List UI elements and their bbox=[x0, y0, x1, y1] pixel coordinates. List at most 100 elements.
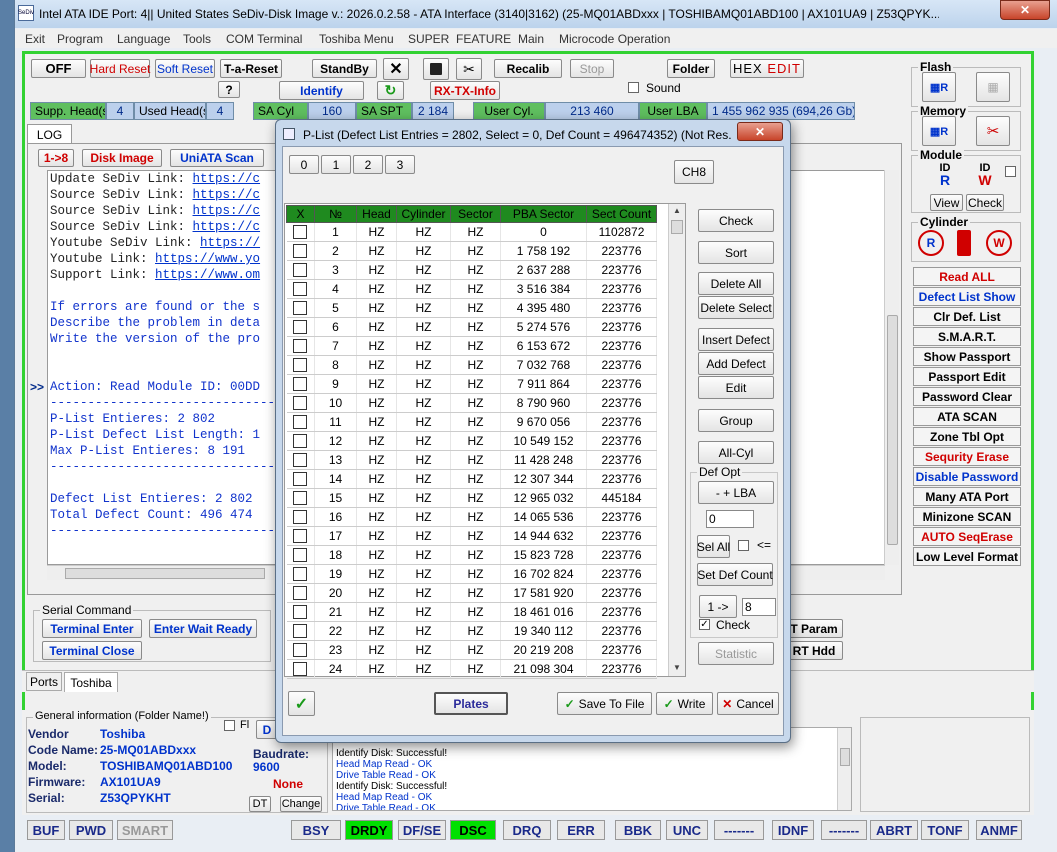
row-checkbox[interactable] bbox=[293, 491, 308, 506]
row-checkbox[interactable] bbox=[293, 244, 308, 259]
dlg-all-cyl-button[interactable]: All-Cyl bbox=[698, 441, 774, 464]
row-select-cell[interactable] bbox=[286, 526, 315, 546]
close-window-button[interactable]: ✕ bbox=[1000, 0, 1050, 20]
row-checkbox[interactable] bbox=[293, 472, 308, 487]
side-button-read-all[interactable]: Read ALL bbox=[913, 267, 1021, 286]
memory-read-button[interactable]: ▦R bbox=[922, 116, 956, 146]
table-row[interactable]: 8 HZ HZ HZ 7 032 768 223776 bbox=[286, 355, 657, 375]
dlg-sel-all-button[interactable]: Sel All bbox=[697, 535, 730, 558]
dialog-close-button[interactable]: ✕ bbox=[737, 122, 783, 141]
sound-checkbox[interactable] bbox=[628, 82, 639, 93]
row-checkbox[interactable] bbox=[293, 320, 308, 335]
row-select-cell[interactable] bbox=[286, 355, 315, 375]
table-row[interactable]: 9 HZ HZ HZ 7 911 864 223776 bbox=[286, 374, 657, 394]
menu-super[interactable]: SUPER bbox=[408, 32, 449, 46]
cylinder-write-icon[interactable]: W bbox=[986, 230, 1012, 256]
folder-button[interactable]: Folder bbox=[667, 59, 715, 78]
dlg-check-checkbox[interactable]: ✓ bbox=[699, 619, 710, 630]
table-row[interactable]: 17 HZ HZ HZ 14 944 632 223776 bbox=[286, 526, 657, 546]
side-button-clr-def-list[interactable]: Clr Def. List bbox=[913, 307, 1021, 326]
row-checkbox[interactable] bbox=[293, 358, 308, 373]
plates-button[interactable]: Plates bbox=[434, 692, 508, 715]
row-select-cell[interactable] bbox=[286, 412, 315, 432]
table-row[interactable]: 12 HZ HZ HZ 10 549 152 223776 bbox=[286, 431, 657, 451]
row-select-cell[interactable] bbox=[286, 298, 315, 318]
terminal-enter-button[interactable]: Terminal Enter bbox=[42, 619, 142, 638]
menu-language[interactable]: Language bbox=[117, 32, 170, 46]
log-scrollbar-vertical[interactable] bbox=[884, 170, 899, 565]
table-row[interactable]: 2 HZ HZ HZ 1 758 192 223776 bbox=[286, 241, 657, 261]
table-row[interactable]: 16 HZ HZ HZ 14 065 536 223776 bbox=[286, 507, 657, 527]
row-checkbox[interactable] bbox=[293, 605, 308, 620]
change-button[interactable]: Change bbox=[280, 796, 322, 812]
row-checkbox[interactable] bbox=[293, 624, 308, 639]
side-button-low-level-format[interactable]: Low Level Format bbox=[913, 547, 1021, 566]
row-select-cell[interactable] bbox=[286, 450, 315, 470]
dlg-insert-defect-button[interactable]: Insert Defect bbox=[698, 328, 774, 351]
flash-write-button[interactable]: ▦ bbox=[976, 72, 1010, 102]
hard-reset-button[interactable]: Hard Reset bbox=[90, 59, 150, 78]
column-header[interactable]: X bbox=[286, 205, 315, 223]
page-tab-3[interactable]: 3 bbox=[385, 155, 415, 174]
row-checkbox[interactable] bbox=[293, 567, 308, 582]
module-id-w-icon[interactable]: ID W bbox=[970, 162, 1000, 190]
cancel-button[interactable]: ✕ Cancel bbox=[717, 692, 779, 715]
soft-reset-button[interactable]: Soft Reset bbox=[155, 59, 215, 78]
hex-edit-button[interactable]: HEX EDIT bbox=[730, 59, 804, 78]
module-id-r-icon[interactable]: ID R bbox=[930, 162, 960, 190]
menu-microcode[interactable]: Microcode Operation bbox=[559, 32, 670, 46]
t-param-button[interactable]: T Param bbox=[785, 619, 843, 638]
row-checkbox[interactable] bbox=[293, 263, 308, 278]
row-select-cell[interactable] bbox=[286, 336, 315, 356]
row-checkbox[interactable] bbox=[293, 282, 308, 297]
menu-tools[interactable]: Tools bbox=[183, 32, 211, 46]
dlg-check-button[interactable]: Check bbox=[698, 209, 774, 232]
standby-button[interactable]: StandBy bbox=[312, 59, 377, 78]
le-checkbox[interactable] bbox=[738, 540, 749, 551]
table-row[interactable]: 5 HZ HZ HZ 4 395 480 223776 bbox=[286, 298, 657, 318]
table-row[interactable]: 19 HZ HZ HZ 16 702 824 223776 bbox=[286, 564, 657, 584]
log-link[interactable]: https://c bbox=[193, 204, 261, 218]
save-to-file-button[interactable]: ✓ Save To File bbox=[557, 692, 652, 715]
row-checkbox[interactable] bbox=[293, 548, 308, 563]
table-row[interactable]: 13 HZ HZ HZ 11 428 248 223776 bbox=[286, 450, 657, 470]
table-row[interactable]: 10 HZ HZ HZ 8 790 960 223776 bbox=[286, 393, 657, 413]
row-select-cell[interactable] bbox=[286, 279, 315, 299]
row-checkbox[interactable] bbox=[293, 662, 308, 677]
side-button-ata-scan[interactable]: ATA SCAN bbox=[913, 407, 1021, 426]
row-select-cell[interactable] bbox=[286, 602, 315, 622]
row-checkbox[interactable] bbox=[293, 377, 308, 392]
side-button-sequrity-erase[interactable]: Sequrity Erase bbox=[913, 447, 1021, 466]
uniata-scan-button[interactable]: UniATA Scan bbox=[170, 149, 264, 167]
plist-scroll-down[interactable]: ▼ bbox=[673, 663, 681, 672]
table-row[interactable]: 15 HZ HZ HZ 12 965 032 445184 bbox=[286, 488, 657, 508]
table-row[interactable]: 20 HZ HZ HZ 17 581 920 223776 bbox=[286, 583, 657, 603]
table-row[interactable]: 22 HZ HZ HZ 19 340 112 223776 bbox=[286, 621, 657, 641]
row-select-cell[interactable] bbox=[286, 469, 315, 489]
column-header[interactable]: Head bbox=[356, 205, 397, 223]
row-select-cell[interactable] bbox=[286, 564, 315, 584]
save-tool-button[interactable] bbox=[423, 58, 449, 80]
side-button-password-clear[interactable]: Password Clear bbox=[913, 387, 1021, 406]
log-link[interactable]: https://c bbox=[193, 172, 261, 186]
column-header[interactable]: Sect Count bbox=[586, 205, 657, 223]
row-checkbox[interactable] bbox=[293, 225, 308, 240]
side-button-zone-tbl-opt[interactable]: Zone Tbl Opt bbox=[913, 427, 1021, 446]
dlg-statistic-button[interactable]: Statistic bbox=[698, 642, 774, 665]
module-checkbox[interactable] bbox=[1005, 166, 1016, 177]
menu-toshiba[interactable]: Toshiba Menu bbox=[319, 32, 394, 46]
table-row[interactable]: 18 HZ HZ HZ 15 823 728 223776 bbox=[286, 545, 657, 565]
log-link[interactable]: https://www.om bbox=[155, 268, 260, 282]
side-button-passport-edit[interactable]: Passport Edit bbox=[913, 367, 1021, 386]
def-value-input[interactable]: 0 bbox=[706, 510, 754, 528]
table-row[interactable]: 4 HZ HZ HZ 3 516 384 223776 bbox=[286, 279, 657, 299]
dlg-delete-all-button[interactable]: Delete All bbox=[698, 272, 774, 295]
plist-scroll-thumb[interactable] bbox=[671, 220, 683, 234]
dlg-add-defect-button[interactable]: Add Defect bbox=[698, 352, 774, 375]
row-checkbox[interactable] bbox=[293, 586, 308, 601]
row-select-cell[interactable] bbox=[286, 621, 315, 641]
row-checkbox[interactable] bbox=[293, 396, 308, 411]
tab-toshiba[interactable]: Toshiba bbox=[64, 672, 118, 692]
hscroll-thumb[interactable] bbox=[65, 568, 265, 579]
module-view-button[interactable]: View bbox=[930, 194, 963, 211]
